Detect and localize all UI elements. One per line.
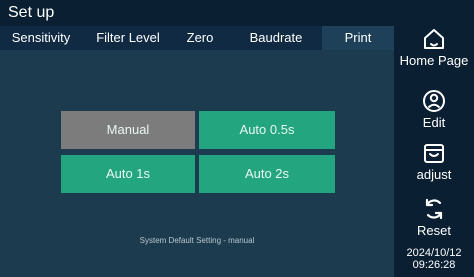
- refresh-icon: [425, 198, 443, 220]
- time-text: 09:26:28: [412, 259, 456, 271]
- print-settings-panel: Manual Auto 0.5s Auto 1s Auto 2s System …: [0, 50, 394, 277]
- manual-button[interactable]: Manual: [61, 111, 195, 149]
- sidebar: Home Page Edit adjust Reset: [394, 0, 474, 277]
- page-title: Set up: [8, 4, 55, 21]
- home-page-label: Home Page: [399, 53, 469, 68]
- box-icon: [424, 144, 444, 163]
- edit-button[interactable]: Edit: [394, 88, 474, 130]
- home-page-button[interactable]: Home Page: [394, 26, 474, 68]
- tab-baudrate[interactable]: Baudrate: [228, 26, 324, 50]
- tab-filter-level[interactable]: Filter Level: [86, 26, 170, 50]
- reset-label: Reset: [417, 223, 451, 238]
- default-setting-text: System Default Setting - manual: [139, 236, 255, 245]
- date-text: 2024/10/12: [406, 247, 462, 259]
- tab-sensitivity[interactable]: Sensitivity: [0, 26, 82, 50]
- tab-print[interactable]: Print: [322, 26, 394, 50]
- date-time-display: 2024/10/12 09:26:28: [394, 247, 474, 271]
- edit-label: Edit: [422, 115, 446, 130]
- reset-button[interactable]: Reset: [394, 196, 474, 238]
- auto-2s-button[interactable]: Auto 2s: [199, 155, 335, 193]
- home-icon: [424, 29, 444, 49]
- auto-0-5s-button[interactable]: Auto 0.5s: [199, 111, 335, 149]
- tab-zero[interactable]: Zero: [176, 26, 224, 50]
- auto-1s-button[interactable]: Auto 1s: [61, 155, 195, 193]
- title-bar: Set up: [0, 0, 394, 26]
- adjust-button[interactable]: adjust: [394, 140, 474, 182]
- user-circle-icon: [423, 90, 445, 112]
- adjust-label: adjust: [416, 167, 452, 182]
- tab-bar: Sensitivity Filter Level Zero Baudrate P…: [0, 26, 394, 50]
- screen: Set up Sensitivity Filter Level Zero Bau…: [0, 0, 474, 277]
